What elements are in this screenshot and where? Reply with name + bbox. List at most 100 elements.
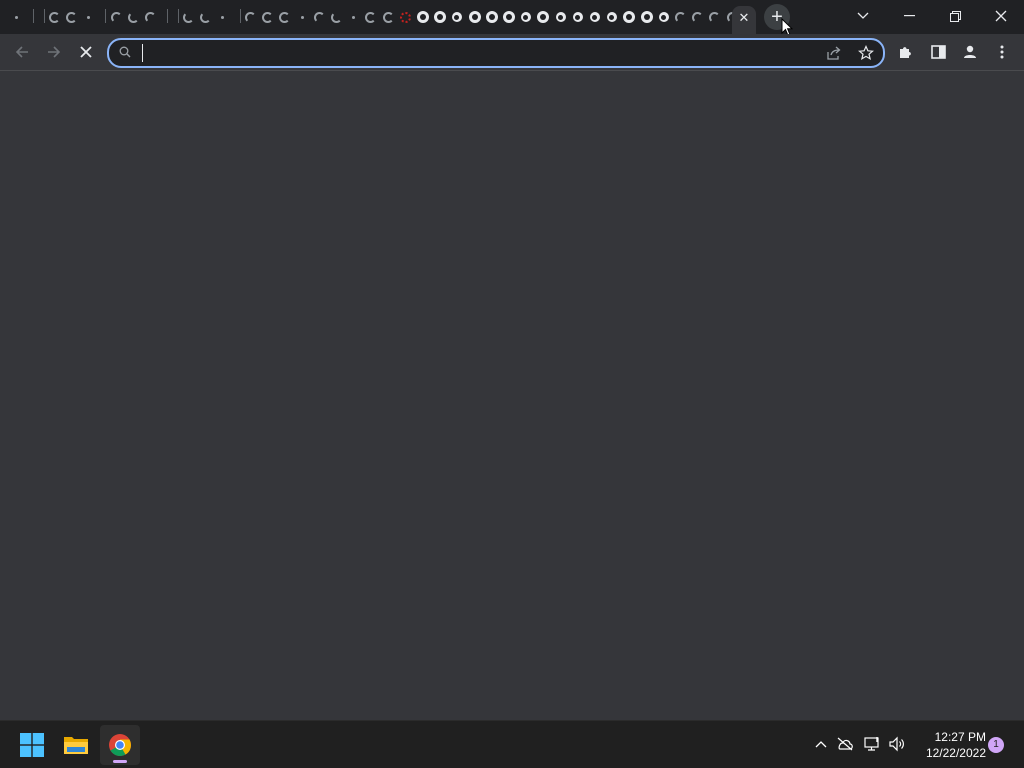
tab[interactable] [46, 6, 63, 28]
tab[interactable] [380, 6, 397, 28]
file-explorer-button[interactable] [56, 725, 96, 765]
tab[interactable] [242, 6, 259, 28]
clock[interactable]: 12:27 PM 12/22/2022 [914, 729, 986, 761]
restore-icon [949, 10, 961, 22]
tab[interactable] [125, 6, 142, 28]
tab[interactable] [362, 6, 379, 28]
tab[interactable] [397, 6, 414, 28]
tab[interactable] [63, 6, 80, 28]
browser-toolbar [0, 34, 1024, 71]
search-icon [119, 46, 131, 58]
tab[interactable] [672, 6, 689, 28]
chrome-favicon-icon [658, 12, 669, 22]
tab[interactable] [517, 6, 534, 28]
tab[interactable] [534, 6, 551, 28]
tab[interactable] [259, 6, 276, 28]
more-menu-button[interactable] [986, 36, 1018, 68]
tab[interactable] [483, 6, 500, 28]
loading-spinner-icon [331, 11, 342, 23]
tab-separator [33, 9, 34, 23]
loading-spinner-icon [111, 11, 122, 23]
tab[interactable] [466, 6, 483, 28]
chrome-taskbar-button[interactable] [100, 725, 140, 765]
tab-separator [167, 9, 168, 23]
loading-dot-icon [87, 15, 90, 19]
tab[interactable] [706, 6, 723, 28]
chevron-down-icon [857, 12, 869, 19]
crashed-tab-icon [400, 11, 411, 23]
share-button[interactable] [823, 42, 845, 64]
tab[interactable] [689, 6, 706, 28]
bookmark-button[interactable] [855, 42, 877, 64]
profile-icon [964, 45, 976, 58]
onedrive-offline-icon [837, 737, 853, 751]
tab[interactable] [448, 6, 465, 28]
tab[interactable] [311, 6, 328, 28]
tab[interactable] [108, 6, 125, 28]
address-bar[interactable] [107, 38, 885, 68]
forward-button[interactable] [38, 36, 70, 68]
restore-button[interactable] [932, 0, 978, 32]
tab[interactable] [276, 6, 293, 28]
tab[interactable] [142, 6, 159, 28]
loading-spinner-icon [709, 11, 720, 23]
page-content[interactable] [0, 71, 1024, 720]
network-button[interactable] [861, 733, 883, 755]
tab-close-button[interactable]: ✕ [739, 11, 750, 24]
stop-icon [80, 46, 92, 58]
minimize-button[interactable] [886, 0, 932, 32]
tab[interactable] [655, 6, 672, 28]
taskbar: 12:27 PM 12/22/2022 1 [0, 720, 1024, 768]
tab-separator [178, 9, 179, 23]
tab[interactable] [500, 6, 517, 28]
tab[interactable] [214, 6, 231, 28]
tab[interactable] [603, 6, 620, 28]
profile-button[interactable] [954, 36, 986, 68]
tab[interactable] [294, 6, 311, 28]
chrome-favicon-icon [451, 12, 462, 22]
tab[interactable] [328, 6, 345, 28]
back-button[interactable] [6, 36, 38, 68]
chrome-favicon-icon [622, 11, 635, 23]
active-tab[interactable]: ✕ [732, 6, 756, 34]
tab[interactable] [431, 6, 448, 28]
tab[interactable] [620, 6, 637, 28]
start-button[interactable] [12, 725, 52, 765]
extensions-button[interactable] [890, 36, 922, 68]
loading-dot-icon [301, 15, 304, 19]
tab[interactable] [569, 6, 586, 28]
tab[interactable] [552, 6, 569, 28]
stop-button[interactable] [70, 36, 102, 68]
volume-button[interactable] [886, 733, 908, 755]
tab-separator [240, 9, 241, 23]
tab[interactable] [80, 6, 97, 28]
loading-spinner-icon [145, 11, 156, 23]
address-input[interactable] [139, 42, 799, 64]
extensions-icon [900, 47, 911, 58]
side-panel-button[interactable] [922, 36, 954, 68]
back-arrow-icon [15, 46, 28, 58]
tab-separator [44, 9, 45, 23]
tab[interactable] [8, 6, 25, 28]
notification-badge[interactable]: 1 [988, 737, 1004, 753]
show-hidden-icons-button[interactable] [810, 733, 832, 755]
tab[interactable] [345, 6, 362, 28]
close-window-button[interactable] [978, 0, 1024, 32]
active-app-indicator [113, 760, 127, 763]
chevron-up-icon [815, 741, 827, 748]
tab-search-button[interactable] [840, 0, 886, 32]
loading-spinner-icon [692, 11, 703, 23]
tab[interactable] [638, 6, 655, 28]
onedrive-button[interactable] [834, 733, 856, 755]
tab[interactable] [197, 6, 214, 28]
tab[interactable] [414, 6, 431, 28]
tab-strip: ✕ + [0, 0, 1024, 37]
minimize-icon [903, 15, 915, 17]
loading-spinner-icon [675, 11, 686, 23]
side-panel-icon [930, 45, 946, 59]
tab[interactable] [180, 6, 197, 28]
chrome-icon [109, 734, 131, 756]
chrome-favicon-icon [502, 11, 515, 23]
share-icon [827, 46, 841, 60]
tab[interactable] [586, 6, 603, 28]
